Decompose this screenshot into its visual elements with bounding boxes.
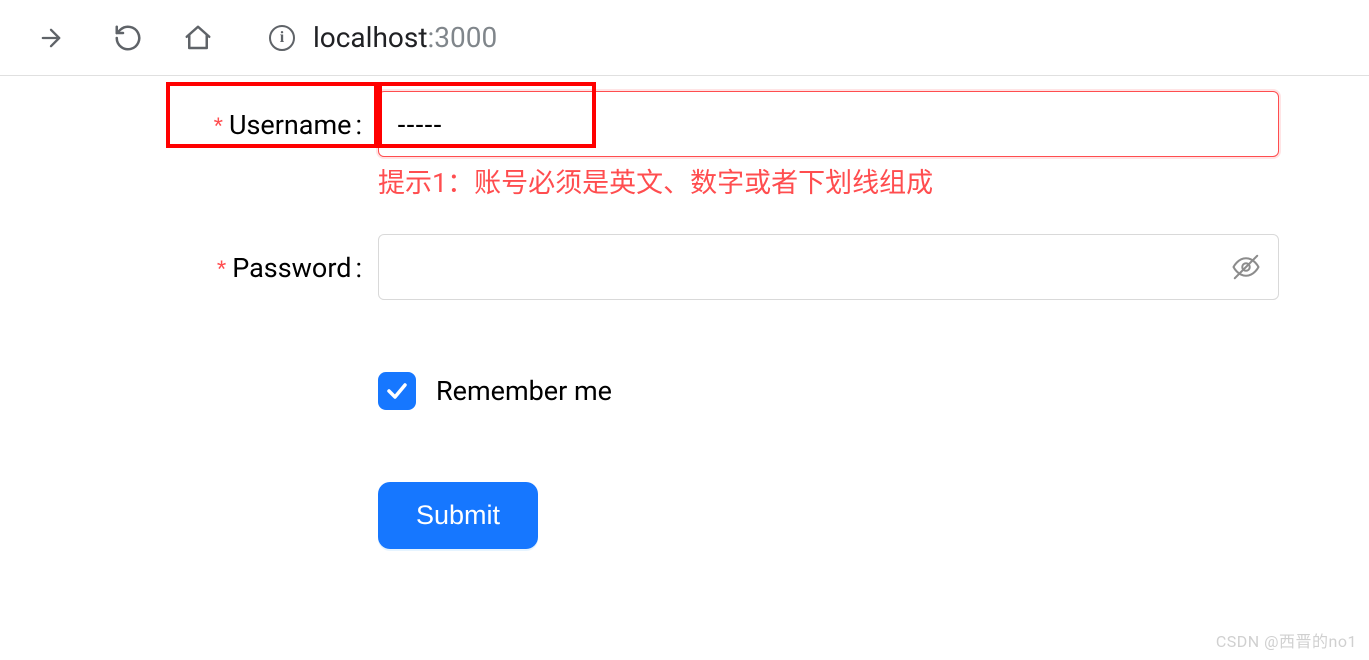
remember-label: Remember me [436,375,612,407]
required-star-icon: * [214,113,223,140]
login-form: *Username 提示1：账号必须是英文、数字或者下划线组成 *Passwor… [0,76,1369,549]
url-text: localhost:3000 [313,21,497,54]
password-label-cell: *Password [0,234,378,284]
password-row: *Password [0,234,1369,300]
submit-row: Submit [0,482,1369,549]
username-label: Username [229,109,362,141]
remember-checkbox-wrap[interactable]: Remember me [378,372,1279,410]
info-icon[interactable]: i [269,25,295,51]
remember-checkbox[interactable] [378,372,416,410]
forward-icon[interactable] [35,22,67,54]
watermark-text: CSDN @西晋的no1 [1216,628,1357,652]
password-input-cell [378,234,1369,300]
reload-icon[interactable] [112,22,144,54]
eye-off-icon[interactable] [1231,252,1261,282]
password-label: Password [232,252,362,284]
username-label-cell: *Username [0,91,378,141]
submit-button[interactable]: Submit [378,482,538,549]
username-row: *Username 提示1：账号必须是英文、数字或者下划线组成 [0,91,1369,204]
username-input-cell: 提示1：账号必须是英文、数字或者下划线组成 [378,91,1369,204]
username-error-message: 提示1：账号必须是英文、数字或者下划线组成 [378,163,1279,204]
home-icon[interactable] [182,22,214,54]
url-port: :3000 [427,21,497,54]
browser-toolbar: i localhost:3000 [0,0,1369,76]
username-input[interactable] [378,91,1279,157]
password-input[interactable] [378,234,1279,300]
remember-row: Remember me [0,372,1369,410]
url-host: localhost [313,21,427,54]
address-bar[interactable]: i localhost:3000 [269,21,497,54]
required-star-icon: * [217,256,226,283]
